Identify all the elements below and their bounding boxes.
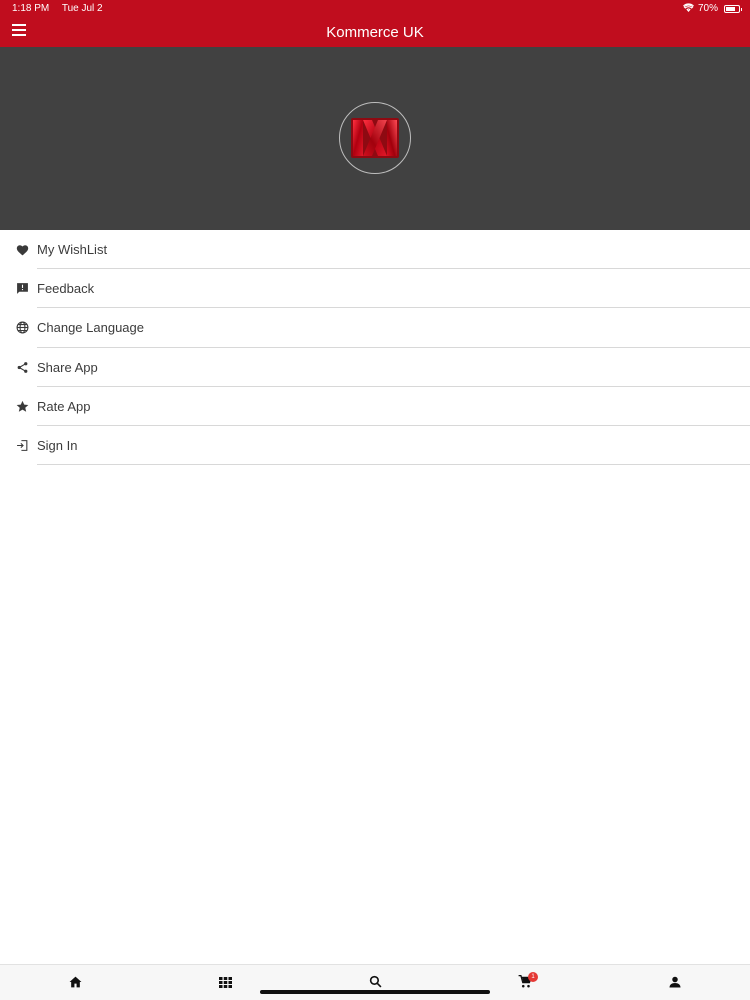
status-bar: 1:18 PM Tue Jul 2 70%	[0, 0, 750, 17]
menu-item-label: My WishList	[37, 242, 108, 258]
drawer-menu: My WishList Feedback Change Language Sha…	[0, 230, 750, 466]
app-header: Kommerce UK	[0, 17, 750, 47]
status-left: 1:18 PM Tue Jul 2	[12, 3, 113, 14]
menu-item-label: Share App	[37, 359, 98, 375]
hamburger-icon	[12, 23, 26, 41]
menu-item-wishlist[interactable]: My WishList	[0, 230, 750, 270]
share-icon	[15, 360, 29, 374]
menu-item-change-language[interactable]: Change Language	[0, 308, 750, 348]
menu-item-label: Sign In	[37, 438, 78, 454]
cart-badge: 1	[528, 972, 538, 982]
brand-logo	[351, 118, 399, 158]
battery-percent: 70%	[697, 3, 718, 14]
battery-icon	[724, 4, 742, 13]
menu-item-feedback[interactable]: Feedback	[0, 269, 750, 309]
bottom-nav: 1	[0, 964, 750, 1000]
heart-icon	[15, 243, 29, 257]
home-indicator	[260, 990, 490, 994]
home-icon	[69, 975, 82, 993]
star-icon	[15, 399, 29, 413]
person-icon	[669, 975, 681, 993]
app-title: Kommerce UK	[326, 23, 424, 41]
logo-frame	[339, 102, 411, 174]
wifi-icon	[683, 2, 694, 15]
status-right: 70%	[683, 2, 742, 15]
divider	[37, 464, 750, 466]
menu-item-label: Rate App	[37, 398, 91, 414]
nav-cart-button[interactable]: 1	[514, 972, 538, 995]
menu-item-label: Change Language	[37, 320, 144, 336]
grid-icon	[218, 975, 232, 993]
status-date: Tue Jul 2	[61, 3, 103, 14]
menu-item-sign-in[interactable]: Sign In	[0, 426, 750, 466]
nav-categories-button[interactable]	[214, 973, 236, 995]
nav-home-button[interactable]	[64, 973, 86, 995]
feedback-icon	[15, 282, 29, 296]
menu-item-share-app[interactable]: Share App	[0, 348, 750, 387]
menu-item-label: Feedback	[37, 281, 95, 297]
sign-in-icon	[15, 439, 29, 453]
status-time: 1:18 PM	[12, 3, 50, 14]
drawer-header	[0, 47, 750, 230]
nav-account-button[interactable]	[664, 973, 686, 995]
menu-item-rate-app[interactable]: Rate App	[0, 387, 750, 426]
globe-icon	[15, 321, 29, 335]
menu-button[interactable]	[8, 21, 30, 43]
